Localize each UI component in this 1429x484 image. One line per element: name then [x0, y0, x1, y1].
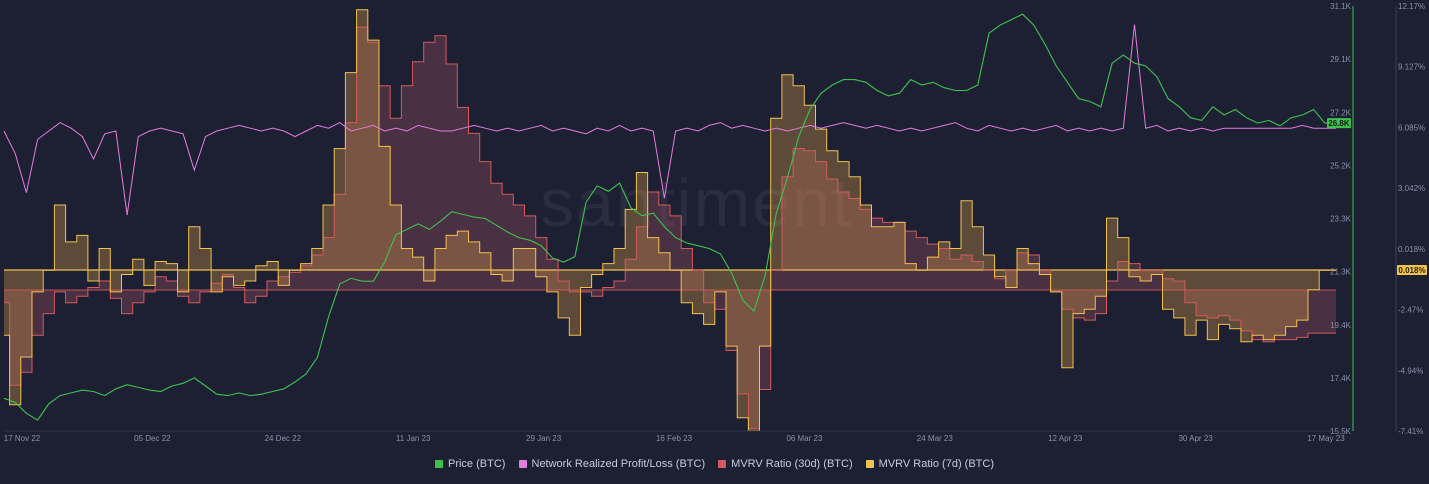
legend-label-mvrv7: MVRV Ratio (7d) (BTC) — [878, 458, 994, 470]
legend-swatch-nrpl — [518, 460, 527, 468]
mvrv-tick-label: -4.94% — [1398, 366, 1423, 375]
chart-canvas[interactable]: santiment 31.1K29.1K27.2K25.2K23.3K21.3K… — [0, 0, 1429, 484]
x-tick-label: 12 Apr 23 — [1048, 434, 1083, 443]
x-tick-label: 05 Dec 22 — [134, 434, 171, 443]
mvrv-tick-label: -2.47% — [1398, 306, 1423, 315]
price-tick-label: 29.1K — [1330, 55, 1352, 64]
x-tick-label: 29 Jan 23 — [526, 434, 562, 443]
x-tick-label: 16 Feb 23 — [656, 434, 693, 443]
x-tick-label: 24 Mar 23 — [917, 434, 954, 443]
legend-label-nrpl: Network Realized Profit/Loss (BTC) — [531, 458, 706, 470]
price-tick-label: 27.2K — [1330, 108, 1352, 117]
x-tick-label: 30 Apr 23 — [1178, 434, 1213, 443]
mvrv-30d-area — [4, 27, 1336, 429]
mvrv-tick-label: 12.17% — [1398, 2, 1425, 11]
mvrv-tick-label: 3.042% — [1398, 184, 1425, 193]
x-tick-label: 17 May 23 — [1307, 434, 1345, 443]
mvrv-tick-label: 0.018% — [1398, 245, 1425, 254]
mvrv-tick-label: 9.127% — [1398, 63, 1425, 72]
price-tick-label: 19.4K — [1330, 321, 1352, 330]
x-tick-label: 17 Nov 22 — [4, 434, 41, 443]
price-tick-label: 31.1K — [1330, 2, 1352, 11]
legend-item-price[interactable]: Price (BTC) — [434, 458, 506, 470]
legend-swatch-mvrv30 — [718, 460, 727, 468]
series-areas — [4, 9, 1336, 431]
legend: Price (BTC) Network Realized Profit/Loss… — [0, 458, 1429, 471]
legend-item-mvrv30[interactable]: MVRV Ratio (30d) (BTC) — [718, 458, 853, 470]
price-tick-label: 25.2K — [1330, 161, 1352, 170]
price-current-tag-label: 26.8K — [1328, 119, 1350, 128]
legend-swatch-price — [434, 460, 443, 468]
legend-item-mvrv7[interactable]: MVRV Ratio (7d) (BTC) — [865, 458, 994, 470]
price-tick-label: 23.3K — [1330, 215, 1352, 224]
price-tick-label: 17.4K — [1330, 374, 1352, 383]
x-tick-label: 24 Dec 22 — [265, 434, 302, 443]
x-tick-label: 06 Mar 23 — [786, 434, 823, 443]
price-tick-label: 21.3K — [1330, 268, 1352, 277]
mvrv-current-tag-label: 0.018% — [1398, 266, 1425, 275]
mvrv-tick-label: -7.41% — [1398, 427, 1423, 436]
x-tick-label: 11 Jan 23 — [396, 434, 431, 443]
legend-swatch-mvrv7 — [865, 460, 874, 468]
mvrv-tick-label: 6.085% — [1398, 123, 1425, 132]
legend-label-price: Price (BTC) — [447, 458, 506, 470]
legend-item-nrpl[interactable]: Network Realized Profit/Loss (BTC) — [518, 458, 706, 470]
legend-label-mvrv30: MVRV Ratio (30d) (BTC) — [731, 458, 853, 470]
